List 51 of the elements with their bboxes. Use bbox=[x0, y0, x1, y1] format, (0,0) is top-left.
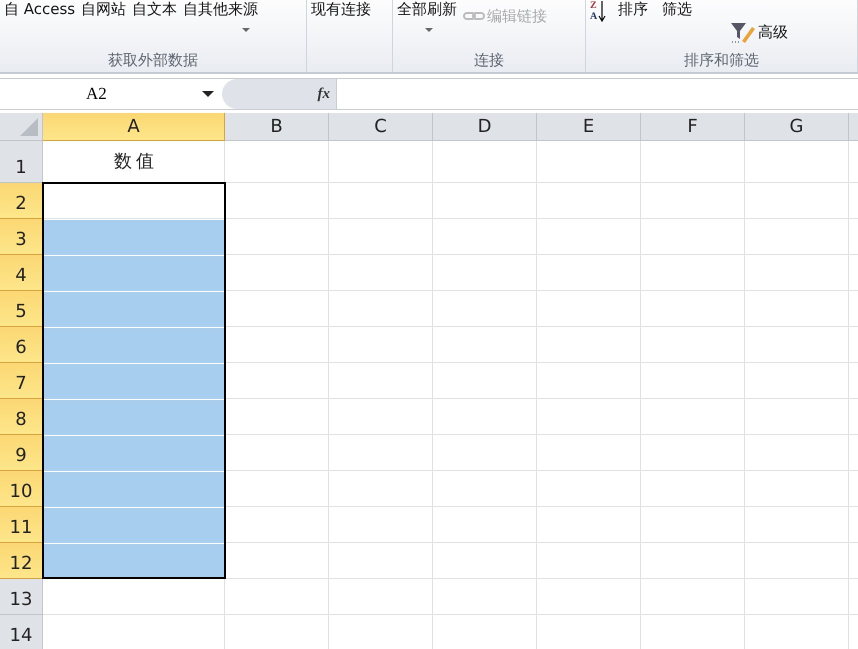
row-header[interactable]: 10 bbox=[0, 471, 43, 507]
row-header[interactable]: 6 bbox=[0, 327, 43, 363]
sort-button[interactable]: 排序 bbox=[618, 0, 648, 18]
row-header[interactable]: 11 bbox=[0, 507, 43, 543]
formula-bar-divider[interactable]: fx bbox=[222, 79, 337, 109]
advanced-filter-button[interactable]: 高级 bbox=[730, 20, 788, 44]
column-header[interactable]: F bbox=[641, 113, 745, 141]
cell-text: 数值 bbox=[113, 150, 158, 173]
row-header[interactable]: 3 bbox=[0, 219, 43, 255]
selected-cell[interactable] bbox=[44, 508, 224, 543]
ribbon-button[interactable]: 自文本 bbox=[132, 0, 178, 18]
row-header[interactable]: 12 bbox=[0, 543, 43, 579]
insert-function-button[interactable]: fx bbox=[318, 86, 330, 102]
selected-cell[interactable] bbox=[44, 400, 224, 435]
ribbon-button[interactable]: 筛选 bbox=[662, 0, 692, 18]
selected-cell[interactable] bbox=[44, 292, 224, 327]
row-header[interactable]: 2 bbox=[0, 183, 43, 219]
selected-cell[interactable] bbox=[44, 436, 224, 471]
row-header[interactable]: 1 bbox=[0, 141, 43, 183]
filter-pencil-icon bbox=[730, 21, 756, 43]
column-header[interactable]: A bbox=[43, 113, 225, 141]
column-header[interactable]: B bbox=[225, 113, 329, 141]
selected-cell[interactable] bbox=[44, 328, 224, 363]
selected-cell[interactable] bbox=[44, 220, 224, 255]
selected-cell[interactable] bbox=[44, 472, 224, 507]
row-header[interactable]: 5 bbox=[0, 291, 43, 327]
selected-cell[interactable] bbox=[44, 364, 224, 399]
ribbon-group-label: 排序和筛选 bbox=[683, 50, 760, 71]
selected-cell[interactable] bbox=[44, 256, 224, 291]
column-header[interactable]: G bbox=[745, 113, 849, 141]
ribbon-button[interactable]: 自 Access bbox=[4, 0, 76, 18]
ribbon-button[interactable]: 自其他来源 bbox=[183, 0, 258, 18]
column-header[interactable]: D bbox=[433, 113, 537, 141]
caret-icon[interactable] bbox=[202, 91, 214, 97]
column-header[interactable]: E bbox=[537, 113, 641, 141]
row-header[interactable]: 14 bbox=[0, 615, 43, 649]
ribbon-group-label: 获取外部数据 bbox=[107, 50, 199, 71]
row-header[interactable]: 9 bbox=[0, 435, 43, 471]
column-header[interactable]: C bbox=[329, 113, 433, 141]
row-header[interactable]: 7 bbox=[0, 363, 43, 399]
row-header[interactable]: 13 bbox=[0, 579, 43, 615]
row-header[interactable]: 4 bbox=[0, 255, 43, 291]
ribbon-button[interactable]: 全部刷新 bbox=[397, 0, 457, 18]
ribbon-group-label: 连接 bbox=[473, 50, 505, 71]
ribbon-button[interactable]: 现有连接 bbox=[311, 0, 371, 18]
row-header[interactable]: 8 bbox=[0, 399, 43, 435]
selected-cell[interactable] bbox=[44, 544, 224, 579]
name-box[interactable]: A2 bbox=[0, 79, 222, 109]
chain-icon bbox=[463, 10, 485, 22]
column-header-edge bbox=[849, 113, 858, 141]
ribbon-button[interactable]: 自网站 bbox=[81, 0, 126, 18]
